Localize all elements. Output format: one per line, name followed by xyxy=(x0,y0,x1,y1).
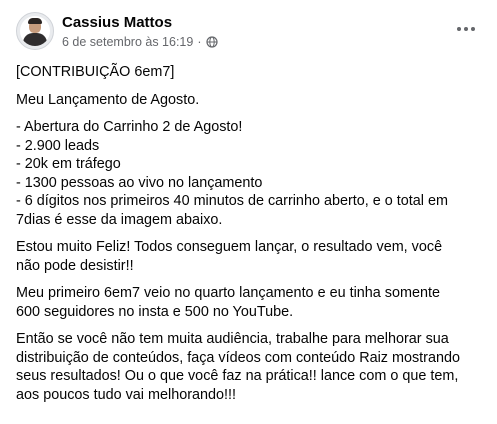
post-header: Cassius Mattos 6 de setembro às 16:19 · xyxy=(16,12,218,54)
post-subline: 6 de setembro às 16:19 · xyxy=(62,34,218,50)
post-text-line: [CONTRIBUIÇÃO 6em7] xyxy=(16,64,175,80)
post-timestamp[interactable]: 6 de setembro às 16:19 xyxy=(62,34,193,50)
post-text-line: distribuição de conteúdos, faça vídeos c… xyxy=(16,349,460,366)
post-text-line: - 1300 pessoas ao vivo no lançamento xyxy=(16,174,263,191)
post-text-line: não pode desistir!! xyxy=(16,257,134,274)
post-meta: Cassius Mattos 6 de setembro às 16:19 · xyxy=(62,13,218,50)
avatar-image xyxy=(20,16,50,46)
post-paragraph: [CONTRIBUIÇÃO 6em7] xyxy=(16,63,486,82)
post-paragraph: Meu primeiro 6em7 veio no quarto lançame… xyxy=(16,284,486,321)
post-options-button[interactable] xyxy=(448,15,484,43)
post-text-line: Estou muito Feliz! Todos conseguem lança… xyxy=(16,239,443,255)
post-text-line: - 2.900 leads xyxy=(16,137,100,154)
separator-dot: · xyxy=(197,35,202,49)
post-text-line: 600 seguidores no insta e 500 no YouTube… xyxy=(16,303,294,320)
post-text-line: Meu primeiro 6em7 veio no quarto lançame… xyxy=(16,285,440,301)
post-paragraph: - Abertura do Carrinho 2 de Agosto! - 2.9… xyxy=(16,118,486,229)
post-text-line: - 20k em tráfego xyxy=(16,156,121,172)
post-body: [CONTRIBUIÇÃO 6em7] Meu Lançamento de Ago… xyxy=(16,63,486,413)
post-text-line: seus resultados! Ou o que você faz na pr… xyxy=(16,368,459,384)
more-horizontal-icon xyxy=(457,27,475,31)
post-paragraph: Estou muito Feliz! Todos conseguem lança… xyxy=(16,238,486,275)
post-paragraph: Então se você não tem muita audiência, t… xyxy=(16,330,486,404)
post-text-line: - 6 dígitos nos primeiros 40 minutos de … xyxy=(16,193,448,209)
post-text-line: Meu Lançamento de Agosto. xyxy=(16,91,200,108)
author-avatar[interactable] xyxy=(16,12,54,50)
post-text-line: aos poucos tudo vai melhorando!!! xyxy=(16,386,236,403)
post-text-line: 7dias é esse da imagem abaixo. xyxy=(16,211,223,228)
post-text-line: - Abertura do Carrinho 2 de Agosto! xyxy=(16,119,243,135)
post-text-line: Então se você não tem muita audiência, t… xyxy=(16,331,449,347)
author-name[interactable]: Cassius Mattos xyxy=(62,13,218,32)
post-paragraph: Meu Lançamento de Agosto. xyxy=(16,91,486,110)
facebook-post: Cassius Mattos 6 de setembro às 16:19 · … xyxy=(0,0,497,424)
globe-icon[interactable] xyxy=(205,36,218,48)
